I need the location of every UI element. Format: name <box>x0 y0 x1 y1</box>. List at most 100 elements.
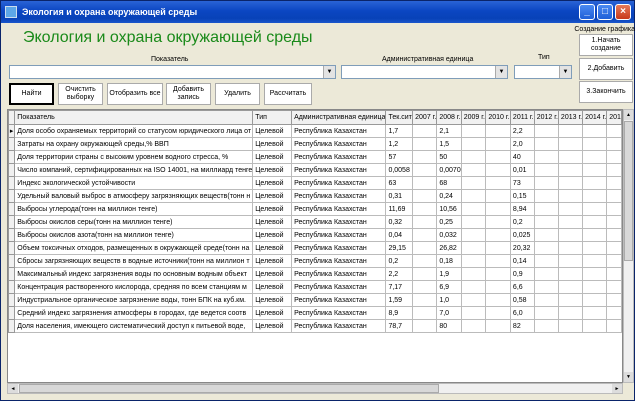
table-cell[interactable] <box>557 228 584 242</box>
table-cell[interactable] <box>485 124 511 138</box>
table-cell[interactable]: 10,56 <box>436 202 462 216</box>
table-cell[interactable] <box>606 228 622 242</box>
table-cell[interactable]: 68 <box>436 176 462 190</box>
table-row[interactable]: Доля территории страны с высоким уровнем… <box>8 150 622 164</box>
table-cell[interactable]: 6,0 <box>509 306 535 320</box>
scroll-left-icon[interactable]: ◄ <box>8 384 18 393</box>
table-cell[interactable] <box>460 215 487 229</box>
table-cell[interactable]: Республика Казахстан <box>291 202 387 216</box>
table-cell[interactable]: 8,94 <box>509 202 535 216</box>
table-row[interactable]: Доля населения, имеющего систематический… <box>8 319 622 333</box>
table-cell[interactable] <box>582 189 608 203</box>
table-cell[interactable] <box>582 137 608 151</box>
table-cell[interactable]: 0,0058 <box>385 163 414 177</box>
table-cell[interactable] <box>460 241 487 255</box>
finish-chart-button[interactable]: 3.Закончить <box>579 81 633 103</box>
table-cell[interactable]: Целевой <box>252 189 293 203</box>
column-header[interactable]: 2014 г. <box>582 110 608 125</box>
table-cell[interactable] <box>582 241 608 255</box>
table-cell[interactable] <box>460 176 487 190</box>
table-cell[interactable]: Выбросы окислов азота(тонн на миллион те… <box>14 228 254 242</box>
table-cell[interactable]: Республика Казахстан <box>291 306 387 320</box>
table-cell[interactable]: 0,01 <box>509 163 535 177</box>
column-header[interactable]: 201 <box>606 110 622 125</box>
table-row[interactable]: Индекс экологической устойчивости Целевой… <box>8 176 622 190</box>
table-cell[interactable] <box>606 319 622 333</box>
table-cell[interactable] <box>412 124 438 138</box>
table-cell[interactable] <box>557 254 584 268</box>
table-cell[interactable]: 0,25 <box>436 215 462 229</box>
table-cell[interactable]: Концентрация растворенного кислорода, ср… <box>14 280 254 294</box>
table-cell[interactable] <box>460 137 487 151</box>
table-cell[interactable]: Целевой <box>252 267 293 281</box>
table-cell[interactable]: Целевой <box>252 228 293 242</box>
table-cell[interactable] <box>412 189 438 203</box>
table-cell[interactable] <box>485 163 511 177</box>
table-cell[interactable] <box>582 319 608 333</box>
table-cell[interactable] <box>533 254 559 268</box>
table-cell[interactable] <box>582 280 608 294</box>
table-cell[interactable]: Целевой <box>252 124 293 138</box>
table-cell[interactable]: 0,58 <box>509 293 535 307</box>
table-row[interactable]: Сбросы загрязняющих веществ в водные ист… <box>8 254 622 268</box>
table-cell[interactable]: 7,17 <box>385 280 414 294</box>
column-header[interactable]: Тип <box>252 110 293 125</box>
table-cell[interactable]: Целевой <box>252 306 293 320</box>
table-cell[interactable] <box>582 124 608 138</box>
table-cell[interactable] <box>460 267 487 281</box>
table-cell[interactable] <box>533 267 559 281</box>
table-cell[interactable]: Индустриальное органическое загрязнение … <box>14 293 254 307</box>
table-cell[interactable] <box>533 163 559 177</box>
table-cell[interactable] <box>412 228 438 242</box>
table-cell[interactable] <box>485 202 511 216</box>
clear-selection-button[interactable]: Очистить выборку <box>58 83 103 105</box>
table-cell[interactable] <box>460 306 487 320</box>
table-cell[interactable]: Республика Казахстан <box>291 254 387 268</box>
table-row[interactable]: Средний индекс загрязнения атмосферы в г… <box>8 306 622 320</box>
table-cell[interactable]: Целевой <box>252 137 293 151</box>
type-select[interactable]: ▼ <box>514 65 572 79</box>
table-cell[interactable]: Целевой <box>252 163 293 177</box>
table-cell[interactable] <box>412 267 438 281</box>
table-cell[interactable] <box>485 189 511 203</box>
table-cell[interactable] <box>412 319 438 333</box>
table-cell[interactable] <box>606 215 622 229</box>
table-cell[interactable] <box>533 176 559 190</box>
table-cell[interactable]: 1,2 <box>385 137 414 151</box>
table-cell[interactable]: Доля особо охраняемых территорий со стат… <box>14 124 254 138</box>
close-icon[interactable]: × <box>615 4 631 20</box>
table-cell[interactable]: Доля территории страны с высоким уровнем… <box>14 150 254 164</box>
column-header[interactable]: Показатель <box>14 110 254 125</box>
table-cell[interactable] <box>412 241 438 255</box>
table-cell[interactable]: Максимальный индекс загрязнения воды по … <box>14 267 254 281</box>
table-cell[interactable]: Целевой <box>252 280 293 294</box>
table-cell[interactable] <box>557 306 584 320</box>
table-cell[interactable] <box>606 124 622 138</box>
table-cell[interactable]: Республика Казахстан <box>291 215 387 229</box>
table-cell[interactable] <box>533 137 559 151</box>
table-cell[interactable]: 40 <box>509 150 535 164</box>
table-cell[interactable]: 0,15 <box>509 189 535 203</box>
table-cell[interactable] <box>412 306 438 320</box>
table-cell[interactable] <box>485 150 511 164</box>
table-row[interactable]: Выбросы окислов серы(тонн на миллион тен… <box>8 215 622 229</box>
table-cell[interactable] <box>485 280 511 294</box>
table-cell[interactable] <box>557 293 584 307</box>
column-header[interactable]: 2010 г. <box>485 110 511 125</box>
table-cell[interactable] <box>606 254 622 268</box>
table-cell[interactable]: Республика Казахстан <box>291 163 387 177</box>
calculate-button[interactable]: Рассчитать <box>264 83 312 105</box>
table-cell[interactable]: 0,32 <box>385 215 414 229</box>
table-cell[interactable] <box>460 202 487 216</box>
table-cell[interactable]: Доля населения, имеющего систематический… <box>14 319 254 333</box>
table-row[interactable]: Удельный валовый выброс в атмосферу загр… <box>8 189 622 203</box>
add-record-button[interactable]: Добавить запись <box>166 83 211 105</box>
table-cell[interactable]: Средний индекс загрязнения атмосферы в г… <box>14 306 254 320</box>
table-cell[interactable]: 1,0 <box>436 293 462 307</box>
table-cell[interactable]: Целевой <box>252 176 293 190</box>
table-cell[interactable] <box>606 241 622 255</box>
table-cell[interactable] <box>412 293 438 307</box>
table-cell[interactable]: 0,31 <box>385 189 414 203</box>
chevron-down-icon[interactable]: ▼ <box>559 66 571 78</box>
scroll-right-icon[interactable]: ► <box>612 384 622 393</box>
